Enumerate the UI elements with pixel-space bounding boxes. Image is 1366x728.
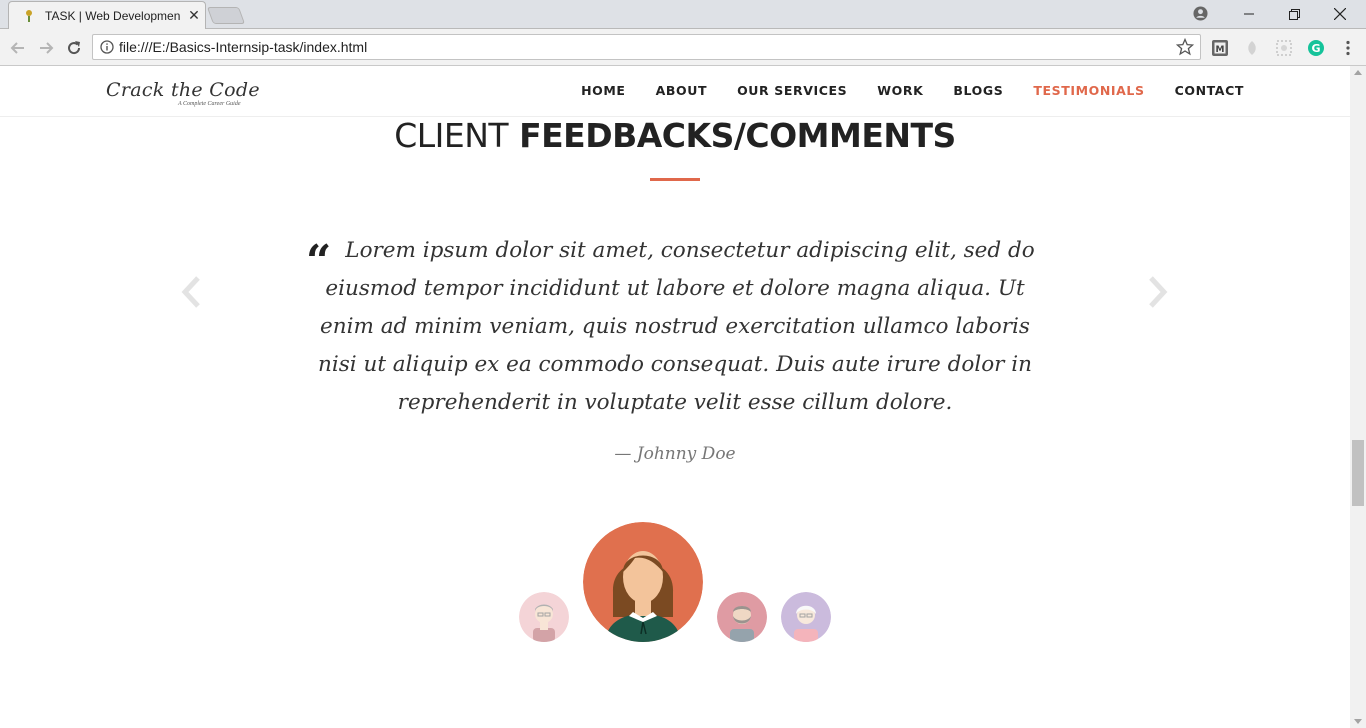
avatar-man-glasses-icon xyxy=(519,592,569,642)
avatar-woman-brown-hair[interactable] xyxy=(583,522,703,642)
bookmark-star-icon[interactable] xyxy=(1176,38,1194,56)
scroll-up-arrow-icon[interactable] xyxy=(1354,70,1362,75)
svg-text:M: M xyxy=(1216,45,1225,55)
scroll-down-arrow-icon[interactable] xyxy=(1354,719,1362,724)
reload-button[interactable] xyxy=(62,36,86,60)
info-icon[interactable] xyxy=(100,40,114,54)
page-scrollbar[interactable] xyxy=(1350,66,1366,728)
avatar-man-beard-icon xyxy=(717,592,767,642)
avatar-woman-glasses[interactable] xyxy=(781,592,831,642)
close-icon xyxy=(1334,8,1346,20)
nav-our-services[interactable]: OUR SERVICES xyxy=(737,83,847,98)
tab-title: TASK | Web Developmen xyxy=(45,9,181,23)
menu-button[interactable] xyxy=(1336,36,1360,60)
close-window-button[interactable] xyxy=(1318,0,1362,28)
extension-leaf-icon[interactable] xyxy=(1243,39,1261,57)
avatar-man-glasses[interactable] xyxy=(519,592,569,642)
title-underline xyxy=(650,178,700,181)
site-header: Crack the Code A Complete Career Guide H… xyxy=(0,66,1350,117)
tab-close-icon[interactable]: ✕ xyxy=(185,6,203,24)
main-nav: HOME ABOUT OUR SERVICES WORK BLOGS TESTI… xyxy=(551,83,1244,98)
nav-testimonials[interactable]: TESTIMONIALS xyxy=(1033,83,1144,98)
nav-home[interactable]: HOME xyxy=(581,83,625,98)
avatar-woman-glasses-icon xyxy=(781,592,831,642)
logo-text: Crack the Code xyxy=(106,79,260,101)
extension-m-icon[interactable]: M xyxy=(1211,39,1229,57)
url-text: file:///E:/Basics-Internsip-task/index.h… xyxy=(119,39,368,55)
section-title-bold: FEEDBACKS/COMMENTS xyxy=(519,116,956,155)
testimonial-author: — Johnny Doe xyxy=(614,444,736,464)
page-favicon-icon xyxy=(26,10,32,22)
nav-contact[interactable]: CONTACT xyxy=(1175,83,1244,98)
testimonial-quote: Lorem ipsum dolor sit amet, consectetur … xyxy=(318,238,1035,415)
nav-work[interactable]: WORK xyxy=(877,83,923,98)
browser-tab[interactable]: TASK | Web Developmen ✕ xyxy=(8,1,206,29)
more-vert-icon xyxy=(1346,40,1350,56)
address-bar[interactable]: file:///E:/Basics-Internsip-task/index.h… xyxy=(92,34,1201,60)
logo-subtitle: A Complete Career Guide xyxy=(178,101,241,107)
forward-button[interactable] xyxy=(34,36,58,60)
browser-tabstrip: TASK | Web Developmen ✕ xyxy=(0,0,1366,29)
back-arrow-icon xyxy=(10,42,24,54)
next-arrow-button[interactable] xyxy=(1143,272,1173,312)
back-button[interactable] xyxy=(6,36,30,60)
section-title: CLIENT FEEDBACKS/COMMENTS xyxy=(0,116,1350,155)
site-logo[interactable]: Crack the Code A Complete Career Guide xyxy=(106,79,260,107)
web-page: Crack the Code A Complete Career Guide H… xyxy=(0,66,1350,728)
avatar-man-beard[interactable] xyxy=(717,592,767,642)
prev-arrow-button[interactable] xyxy=(176,272,206,312)
scroll-thumb[interactable] xyxy=(1352,440,1364,506)
chevron-left-icon xyxy=(181,276,200,308)
restore-button[interactable] xyxy=(1272,0,1316,28)
chevron-right-icon xyxy=(1149,276,1168,308)
reload-icon xyxy=(68,41,81,55)
avatar-woman-brown-hair-icon xyxy=(583,522,703,642)
section-title-light: CLIENT xyxy=(394,116,509,155)
minimize-icon xyxy=(1244,13,1254,15)
nav-about[interactable]: ABOUT xyxy=(656,83,708,98)
grammarly-icon[interactable]: G xyxy=(1307,39,1325,57)
minimize-button[interactable] xyxy=(1227,0,1271,28)
extension-grid-icon[interactable] xyxy=(1275,39,1293,57)
nav-blogs[interactable]: BLOGS xyxy=(953,83,1003,98)
forward-arrow-icon xyxy=(40,42,54,54)
browser-toolbar: file:///E:/Basics-Internsip-task/index.h… xyxy=(0,29,1366,66)
svg-text:G: G xyxy=(1311,42,1320,55)
new-tab-button[interactable] xyxy=(206,7,246,24)
profile-icon[interactable] xyxy=(1193,6,1208,21)
restore-icon xyxy=(1288,8,1300,20)
